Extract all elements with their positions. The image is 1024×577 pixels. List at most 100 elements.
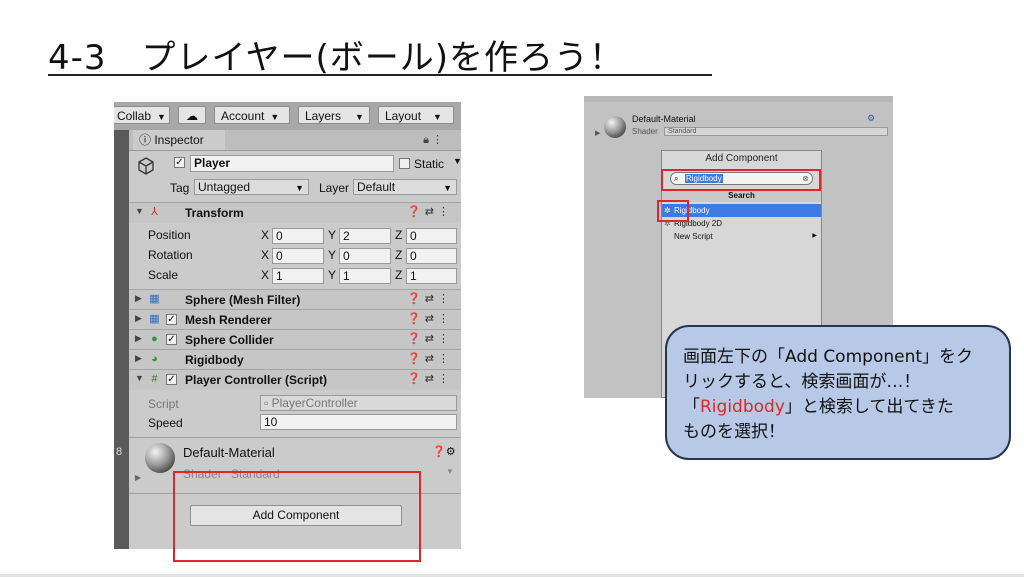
result-label: New Script: [674, 232, 713, 241]
layer-value: Default: [357, 180, 396, 194]
expand-triangle-icon: ▼: [135, 206, 144, 216]
layout-label: Layout: [385, 109, 422, 123]
speed-field[interactable]: 10: [260, 414, 457, 430]
layout-dropdown[interactable]: Layout ▼: [378, 106, 454, 124]
highlight-box-bottom: [173, 471, 421, 562]
component-checkbox[interactable]: ✓: [166, 334, 177, 345]
position-x-field[interactable]: 0: [272, 228, 324, 244]
rotation-z-field[interactable]: 0: [406, 248, 457, 264]
row-label: Scale: [148, 268, 179, 282]
popup-shader-dropdown[interactable]: Standard: [664, 127, 888, 136]
scale-z-field[interactable]: 1: [406, 268, 457, 284]
account-dropdown[interactable]: Account ▼: [214, 106, 290, 124]
component-checkbox[interactable]: ✓: [166, 314, 177, 325]
material-preview-sphere: [604, 116, 626, 138]
chevron-down-icon[interactable]: ▼: [446, 467, 454, 476]
transform-row-position: Position X 0 Y 2 Z 0: [129, 226, 461, 246]
hierarchy-edge: 8: [114, 130, 129, 549]
expand-triangle-icon[interactable]: ▶: [595, 129, 600, 137]
search-highlight-box: [661, 169, 821, 191]
unity-toolbar: Collab ▼ ☁ Account ▼ Layers ▼ Layout ▼: [114, 102, 461, 131]
bracket-open: 「: [683, 397, 700, 417]
chevron-down-icon: ▼: [295, 183, 304, 193]
component-name: Sphere Collider: [185, 333, 274, 347]
component-menu-icon[interactable]: ❓⇄⋮: [407, 205, 453, 218]
transform-icon: ⅄: [151, 206, 158, 218]
script-label: Script: [148, 397, 179, 411]
expand-triangle-icon: ▶: [135, 333, 142, 343]
callout-line: ものを選択！: [683, 422, 785, 442]
speed-label: Speed: [148, 416, 183, 430]
instruction-callout: 画面左下の「Add Component」をク リックすると、検索画面が…！ 「R…: [665, 325, 1011, 460]
cloud-icon: ☁: [186, 109, 198, 123]
component-name: Rigidbody: [185, 353, 244, 367]
material-menu-icon[interactable]: ❓⚙: [432, 445, 456, 458]
lock-icon[interactable]: 🔒︎ ⋮: [423, 133, 443, 147]
expand-triangle-icon: ▼: [135, 373, 144, 383]
component-mesh-renderer[interactable]: ▶ ▦ ✓ Mesh Renderer ❓⇄⋮: [129, 309, 461, 330]
component-name: Player Controller (Script): [185, 373, 328, 387]
expand-triangle-icon[interactable]: ▶: [135, 473, 141, 482]
cropped-strip: [584, 96, 893, 102]
chevron-down-icon[interactable]: ▼: [453, 156, 461, 166]
chevron-down-icon: ▼: [157, 112, 166, 122]
row-label: Position: [148, 228, 191, 242]
component-menu-icon[interactable]: ❓⇄⋮: [407, 312, 453, 325]
settings-icon[interactable]: ⚙: [867, 113, 875, 124]
component-player-controller[interactable]: ▼ # ✓ Player Controller (Script) ❓⇄⋮: [129, 369, 461, 390]
component-menu-icon[interactable]: ❓⇄⋮: [407, 372, 453, 385]
axis-y-label: Y: [328, 248, 337, 262]
component-name: Sphere (Mesh Filter): [185, 293, 301, 307]
layers-dropdown[interactable]: Layers ▼: [298, 106, 370, 124]
rigidbody-keyword: Rigidbody: [700, 397, 785, 417]
title-underline: [48, 74, 712, 76]
collab-button[interactable]: Collab ▼: [114, 106, 170, 124]
collab-label: Collab: [117, 109, 152, 123]
rotation-x-field[interactable]: 0: [272, 248, 324, 264]
object-name-field[interactable]: Player: [190, 155, 394, 172]
layer-dropdown[interactable]: Default ▼: [353, 179, 457, 195]
chevron-down-icon: ▼: [433, 112, 442, 122]
script-icon: #: [151, 373, 158, 385]
tag-dropdown[interactable]: Untagged ▼: [194, 179, 309, 195]
axis-y-label: Y: [328, 268, 337, 282]
component-name: Mesh Renderer: [185, 313, 272, 327]
tab-inspector[interactable]: ⓘ Inspector: [133, 130, 225, 150]
axis-y-label: Y: [328, 228, 337, 242]
transform-header[interactable]: ▼ ⅄ Transform ❓⇄⋮: [129, 202, 461, 223]
component-sphere-collider[interactable]: ▶ ● ✓ Sphere Collider ❓⇄⋮: [129, 329, 461, 350]
scale-y-field[interactable]: 1: [339, 268, 391, 284]
tag-label: Tag: [170, 181, 190, 195]
inspector-tabbar: ⓘ Inspector 🔒︎ ⋮: [129, 130, 461, 151]
axis-x-label: X: [261, 228, 270, 242]
callout-line: 画面左下の「Add Component」をク: [683, 347, 974, 367]
result-new-script[interactable]: New Script ▶: [662, 230, 821, 243]
active-checkbox[interactable]: ✓: [174, 157, 185, 168]
popup-shader-label: Shader: [632, 127, 658, 136]
gameobject-icon: [137, 157, 155, 175]
position-y-field[interactable]: 2: [339, 228, 391, 244]
script-value: PlayerController: [271, 396, 358, 410]
component-menu-icon[interactable]: ❓⇄⋮: [407, 352, 453, 365]
cloud-button[interactable]: ☁: [178, 106, 206, 124]
chevron-down-icon: ▼: [270, 112, 280, 122]
callout-line-rigidbody: 「Rigidbody」と検索して出てきた: [683, 395, 993, 420]
axis-z-label: Z: [395, 248, 403, 262]
scale-x-field[interactable]: 1: [272, 268, 324, 284]
account-label: Account: [221, 109, 265, 123]
popup-shader-value: Standard: [668, 128, 697, 135]
tab-inspector-label: Inspector: [154, 133, 204, 147]
component-menu-icon[interactable]: ❓⇄⋮: [407, 332, 453, 345]
mesh-renderer-icon: ▦: [149, 313, 160, 325]
component-rigidbody[interactable]: ▶ ◕ Rigidbody ❓⇄⋮: [129, 349, 461, 370]
static-checkbox[interactable]: [399, 158, 410, 169]
position-z-field[interactable]: 0: [406, 228, 457, 244]
component-mesh-filter[interactable]: ▶ ▦ Sphere (Mesh Filter) ❓⇄⋮: [129, 289, 461, 310]
expand-triangle-icon: ▶: [135, 293, 142, 303]
chevron-right-icon: ▶: [812, 233, 817, 239]
mesh-filter-icon: ▦: [149, 293, 160, 305]
component-menu-icon[interactable]: ❓⇄⋮: [407, 292, 453, 305]
component-checkbox[interactable]: ✓: [166, 374, 177, 385]
rotation-y-field[interactable]: 0: [339, 248, 391, 264]
tag-value: Untagged: [198, 180, 251, 194]
